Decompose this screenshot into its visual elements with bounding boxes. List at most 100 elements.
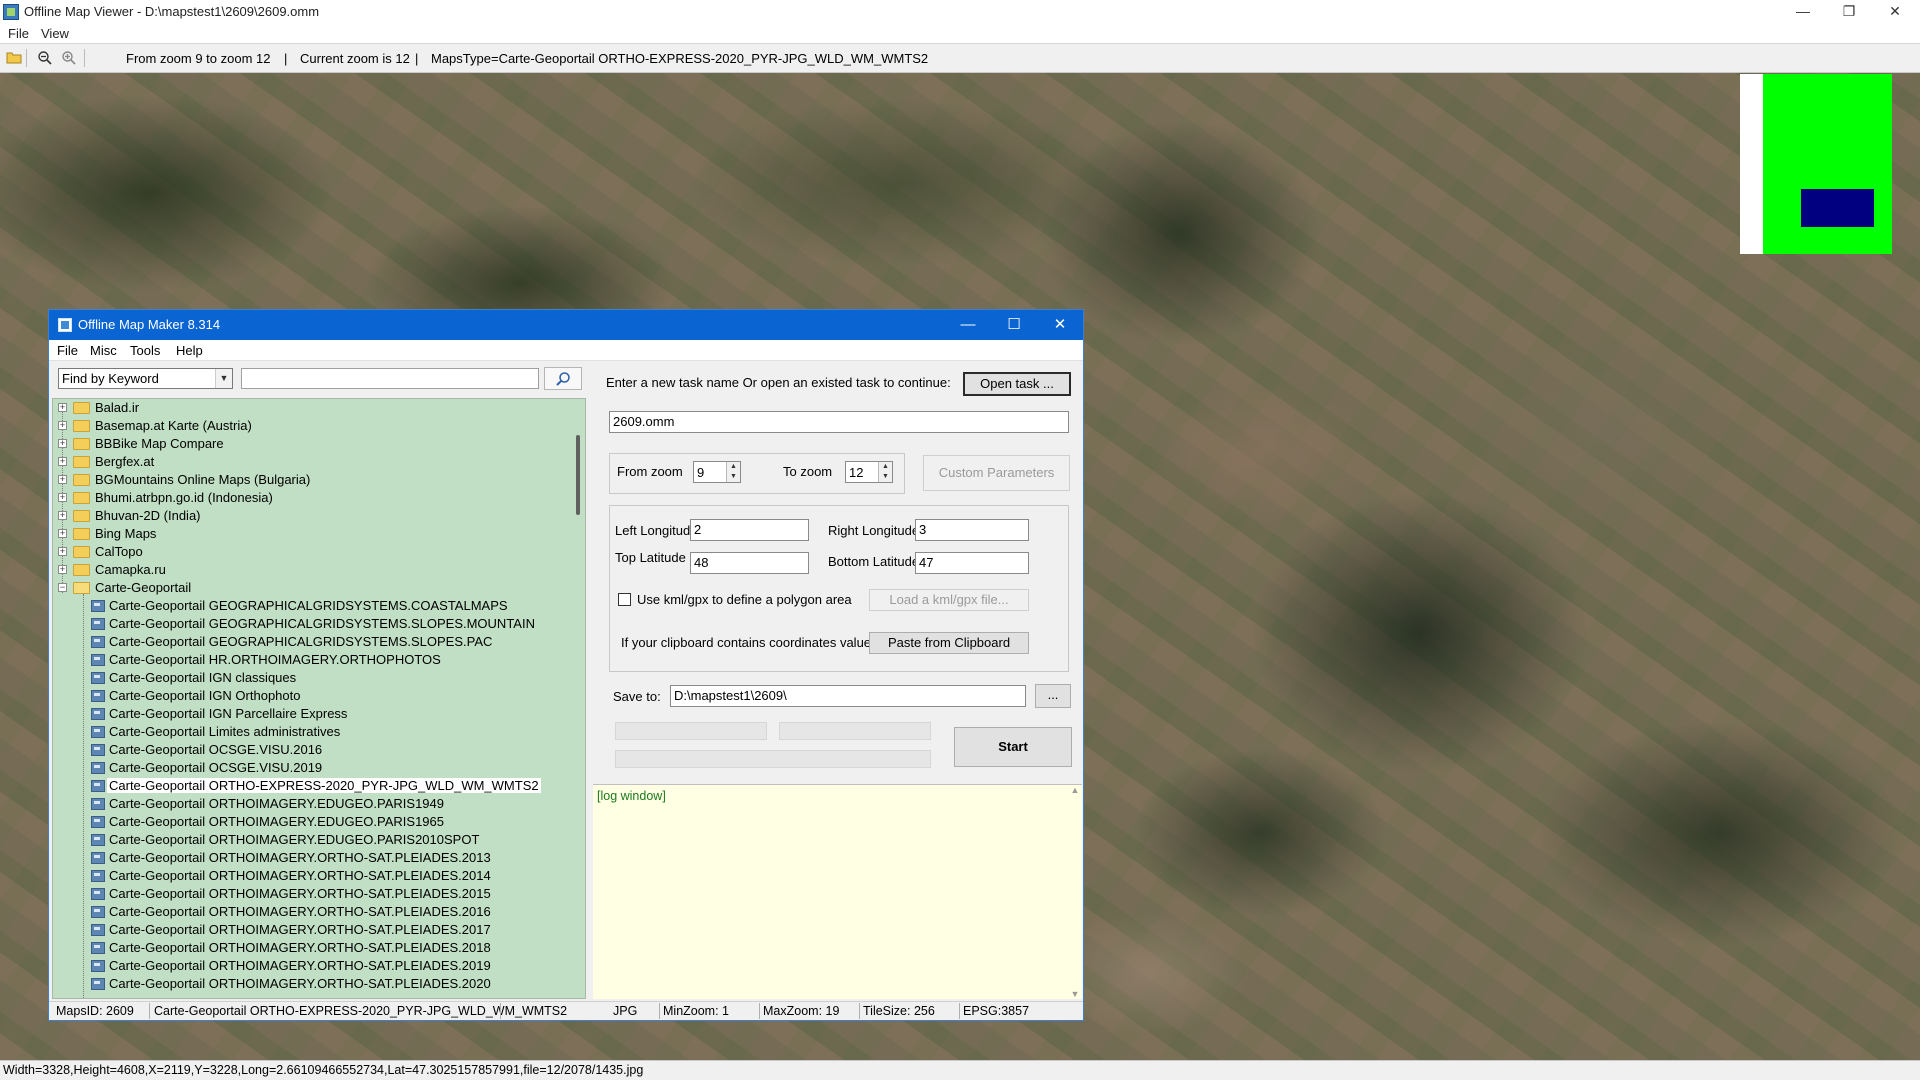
custom-parameters-button[interactable]: Custom Parameters — [923, 455, 1070, 491]
to-zoom-label: To zoom — [783, 464, 833, 479]
tree-folder-label: CalTopo — [95, 544, 143, 559]
toolbar-divider-text: | — [415, 51, 419, 66]
map-layer-icon — [91, 672, 105, 684]
top-latitude-input[interactable]: 48 — [690, 552, 809, 574]
map-layer-icon — [91, 618, 105, 630]
use-kml-checkbox[interactable] — [618, 593, 631, 606]
folder-icon — [73, 528, 90, 540]
folder-icon — [73, 456, 90, 468]
tree-map-label: Carte-Geoportail ORTHOIMAGERY.ORTHO-SAT.… — [109, 850, 491, 865]
map-layer-icon — [91, 834, 105, 846]
map-layer-icon — [91, 726, 105, 738]
spin-down-icon[interactable]: ▼ — [726, 472, 740, 482]
scroll-down-icon[interactable]: ▼ — [1068, 989, 1082, 999]
status-format: JPG — [613, 1004, 638, 1018]
log-scrollbar[interactable]: ▲ ▼ — [1068, 785, 1082, 999]
zoom-out-icon[interactable] — [36, 50, 54, 66]
browse-folder-button[interactable]: ... — [1035, 684, 1071, 708]
map-layer-icon — [91, 636, 105, 648]
find-mode-select[interactable]: Find by Keyword ▼ — [58, 368, 233, 389]
dialog-title: Offline Map Maker 8.314 — [78, 317, 221, 332]
status-min-zoom: MinZoom: 1 — [663, 1004, 729, 1018]
dialog-titlebar[interactable]: Offline Map Maker 8.314 — ☐ ✕ — [49, 310, 1083, 340]
folder-icon — [73, 420, 90, 432]
minimap-coverage — [1763, 74, 1892, 254]
map-layer-icon — [91, 852, 105, 864]
expand-plus-icon[interactable]: + — [58, 457, 67, 466]
search-icon — [556, 372, 570, 386]
spin-down-icon[interactable]: ▼ — [878, 472, 892, 482]
dialog-status-bar: MapsID: 2609 Carte-Geoportail ORTHO-EXPR… — [49, 1001, 1083, 1020]
dialog-menu-misc[interactable]: Misc — [90, 343, 117, 358]
maps-type-text: MapsType=Carte-Geoportail ORTHO-EXPRESS-… — [431, 51, 929, 66]
left-longitude-input[interactable]: 2 — [690, 519, 809, 541]
expand-plus-icon[interactable]: + — [58, 493, 67, 502]
dialog-maximize-button[interactable]: ☐ — [991, 310, 1037, 340]
start-button[interactable]: Start — [954, 727, 1072, 767]
map-layer-icon — [91, 978, 105, 990]
collapse-minus-icon[interactable]: − — [58, 583, 67, 592]
paste-from-clipboard-button[interactable]: Paste from Clipboard — [869, 632, 1029, 654]
menu-file[interactable]: File — [8, 26, 29, 41]
load-kml-button[interactable]: Load a kml/gpx file... — [869, 589, 1029, 611]
from-zoom-spinner[interactable]: 9 ▲ ▼ — [693, 461, 741, 483]
offline-map-maker-dialog: Offline Map Maker 8.314 — ☐ ✕ File Misc … — [48, 309, 1084, 1021]
tree-map-label: Carte-Geoportail ORTHOIMAGERY.ORTHO-SAT.… — [109, 922, 491, 937]
expand-plus-icon[interactable]: + — [58, 511, 67, 520]
close-button[interactable]: ✕ — [1872, 0, 1918, 24]
tree-map-label: Carte-Geoportail IGN Parcellaire Express — [109, 706, 348, 721]
save-path-input[interactable]: D:\mapstest1\2609\ — [670, 685, 1026, 707]
dialog-menu-file[interactable]: File — [57, 343, 78, 358]
expand-plus-icon[interactable]: + — [58, 403, 67, 412]
tree-map-label: Carte-Geoportail ORTHOIMAGERY.ORTHO-SAT.… — [109, 886, 491, 901]
folder-icon — [73, 402, 90, 414]
tree-folder-label: Bergfex.at — [95, 454, 155, 469]
search-button[interactable] — [544, 367, 582, 390]
map-layer-icon — [91, 924, 105, 936]
status-separator — [859, 1003, 860, 1019]
scroll-up-icon[interactable]: ▲ — [1068, 785, 1082, 795]
tree-scrollbar[interactable] — [573, 399, 585, 998]
map-layer-icon — [91, 870, 105, 882]
open-task-button[interactable]: Open task ... — [963, 372, 1071, 396]
overview-minimap[interactable] — [1740, 74, 1892, 254]
to-zoom-spinner[interactable]: 12 ▲ ▼ — [845, 461, 893, 483]
expand-plus-icon[interactable]: + — [58, 529, 67, 538]
minimap-viewport[interactable] — [1801, 189, 1874, 227]
tree-map-label: Carte-Geoportail GEOGRAPHICALGRIDSYSTEMS… — [109, 598, 508, 613]
dialog-menu-help[interactable]: Help — [176, 343, 203, 358]
minimize-button[interactable]: — — [1780, 0, 1826, 24]
expand-plus-icon[interactable]: + — [58, 439, 67, 448]
tree-connector-line — [83, 594, 84, 998]
expand-plus-icon[interactable]: + — [58, 565, 67, 574]
open-folder-icon[interactable] — [5, 50, 23, 66]
viewer-status-bar: Width=3328,Height=4608,X=2119,Y=3228,Lon… — [0, 1060, 1920, 1080]
progress-bar — [615, 722, 767, 740]
dialog-menu-tools[interactable]: Tools — [130, 343, 160, 358]
find-keyword-input[interactable] — [241, 368, 539, 389]
menu-view[interactable]: View — [41, 26, 69, 41]
bottom-latitude-input[interactable]: 47 — [915, 552, 1029, 574]
expand-plus-icon[interactable]: + — [58, 547, 67, 556]
maximize-button[interactable]: ❐ — [1826, 0, 1872, 24]
chevron-down-icon[interactable]: ▼ — [215, 369, 232, 388]
tree-folder-label: Balad.ir — [95, 400, 140, 415]
use-kml-label[interactable]: Use kml/gpx to define a polygon area — [637, 592, 852, 607]
zoom-in-icon[interactable] — [60, 50, 78, 66]
map-layer-icon — [91, 816, 105, 828]
map-layer-icon — [91, 888, 105, 900]
expand-plus-icon[interactable]: + — [58, 421, 67, 430]
task-name-input[interactable]: 2609.omm — [609, 411, 1069, 433]
dialog-minimize-button[interactable]: — — [945, 310, 991, 340]
tree-scrollbar-thumb[interactable] — [576, 435, 580, 515]
map-source-tree[interactable]: + Balad.ir + Basemap.at Karte (Austria) … — [52, 398, 586, 999]
log-window[interactable]: [log window] ▲ ▼ — [593, 784, 1082, 999]
folder-icon — [73, 492, 90, 504]
dialog-close-button[interactable]: ✕ — [1037, 310, 1083, 340]
status-separator — [759, 1003, 760, 1019]
tree-map-label: Carte-Geoportail ORTHOIMAGERY.ORTHO-SAT.… — [109, 958, 491, 973]
right-longitude-input[interactable]: 3 — [915, 519, 1029, 541]
tree-map-label: Carte-Geoportail IGN Orthophoto — [109, 688, 301, 703]
expand-plus-icon[interactable]: + — [58, 475, 67, 484]
tree-folder-label: BBBike Map Compare — [95, 436, 224, 451]
